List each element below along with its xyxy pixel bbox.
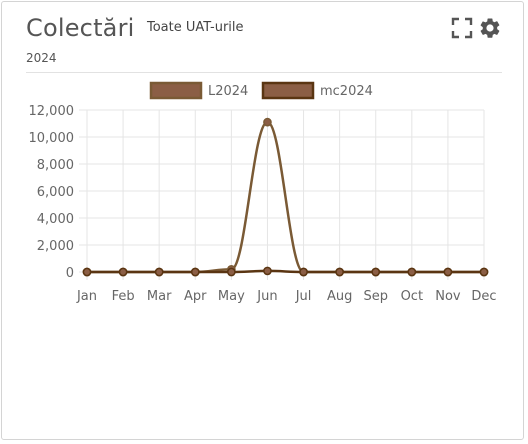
x-tick-label: Feb bbox=[112, 289, 135, 304]
x-tick-label: Mar bbox=[147, 289, 172, 304]
legend-label: mc2024 bbox=[320, 84, 373, 99]
x-tick-label: Sep bbox=[363, 289, 388, 304]
y-tick-label: 12,000 bbox=[29, 104, 75, 119]
data-point bbox=[443, 267, 453, 277]
series-line bbox=[87, 120, 484, 274]
x-tick-label: Dec bbox=[471, 289, 496, 304]
x-tick-label: May bbox=[218, 289, 245, 304]
data-point bbox=[118, 267, 128, 277]
data-point bbox=[479, 267, 489, 277]
x-tick-label: Oct bbox=[401, 289, 423, 304]
x-tick-label: Jun bbox=[256, 289, 277, 304]
data-point bbox=[335, 267, 344, 277]
x-tick-label: Jan bbox=[76, 289, 97, 304]
y-tick-label: 6,000 bbox=[37, 185, 74, 200]
x-tick-label: Jul bbox=[295, 289, 312, 304]
data-point bbox=[371, 267, 381, 277]
data-point bbox=[227, 267, 236, 277]
legend-label: L2024 bbox=[208, 84, 248, 99]
y-tick-label: 10,000 bbox=[29, 131, 75, 146]
y-tick-label: 8,000 bbox=[37, 158, 74, 173]
data-point bbox=[407, 267, 417, 277]
x-tick-label: Aug bbox=[327, 289, 352, 304]
x-tick-label: Apr bbox=[184, 289, 207, 304]
data-point bbox=[190, 267, 200, 277]
y-tick-label: 4,000 bbox=[37, 212, 74, 227]
line-chart: 0 2,000 4,000 6,000 8,000 10,000 12,000 Jan Feb M… bbox=[29, 81, 497, 304]
x-tick-label: Nov bbox=[435, 289, 461, 304]
y-tick-label: 0 bbox=[66, 266, 74, 281]
y-tick-label: 2,000 bbox=[37, 239, 74, 254]
data-point bbox=[154, 267, 164, 277]
legend-swatch bbox=[149, 81, 203, 100]
data-point bbox=[263, 266, 272, 276]
data-point bbox=[299, 267, 308, 277]
legend-swatch bbox=[261, 81, 315, 100]
data-point bbox=[82, 267, 92, 277]
series-line bbox=[87, 269, 484, 274]
data-point bbox=[263, 117, 272, 127]
